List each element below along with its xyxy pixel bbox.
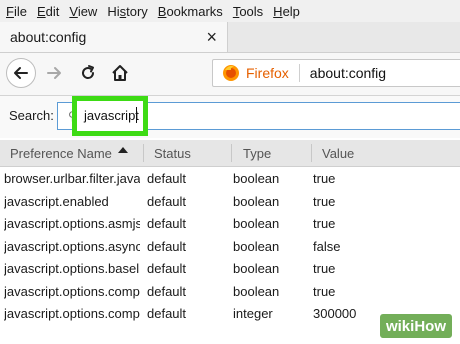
watermark-wiki: wiki bbox=[385, 317, 415, 335]
tab-strip: about:config × bbox=[0, 22, 460, 53]
column-header-type[interactable]: Type bbox=[243, 146, 271, 161]
wikihow-watermark: wiki How bbox=[379, 314, 452, 338]
menu-bookmarks[interactable]: Bookmarks bbox=[158, 4, 223, 19]
search-input-value: javascript bbox=[84, 108, 139, 123]
pref-status: default bbox=[147, 193, 187, 209]
pref-status: default bbox=[147, 261, 187, 276]
pref-type: boolean bbox=[233, 238, 280, 254]
pref-type: boolean bbox=[233, 216, 280, 231]
pref-value: true bbox=[313, 283, 336, 299]
table-row[interactable]: javascript.options.compa... default bool… bbox=[0, 280, 460, 303]
navigation-bar: Firefox about:config bbox=[0, 53, 460, 96]
pref-type: boolean bbox=[233, 261, 280, 276]
pref-type: boolean bbox=[233, 283, 280, 299]
menu-view[interactable]: View bbox=[69, 4, 97, 19]
menu-history[interactable]: History bbox=[107, 4, 147, 19]
table-header: Preference Name Status Type Value bbox=[0, 140, 460, 167]
pref-value: true bbox=[313, 261, 336, 276]
pref-status: default bbox=[147, 238, 187, 254]
pref-value: true bbox=[313, 216, 336, 231]
table-row[interactable]: javascript.options.baseli... default boo… bbox=[0, 257, 460, 280]
column-divider[interactable] bbox=[231, 144, 232, 162]
home-button[interactable] bbox=[108, 58, 132, 88]
menu-tools[interactable]: Tools bbox=[233, 4, 263, 19]
back-button[interactable] bbox=[6, 58, 36, 88]
search-label: Search: bbox=[9, 108, 54, 123]
url-text: about:config bbox=[309, 65, 387, 81]
watermark-how: How bbox=[414, 317, 446, 335]
menu-help[interactable]: Help bbox=[273, 4, 300, 19]
pref-name: browser.urlbar.filter.java... bbox=[4, 171, 140, 186]
pref-status: default bbox=[147, 306, 187, 321]
preferences-table: Preference Name Status Type Value browse… bbox=[0, 140, 460, 325]
table-row[interactable]: browser.urlbar.filter.java... default bo… bbox=[0, 167, 460, 190]
pref-name: javascript.options.compa... bbox=[4, 283, 140, 299]
pref-name: javascript.options.asyncs... bbox=[4, 238, 140, 254]
url-divider bbox=[298, 64, 300, 82]
column-header-value[interactable]: Value bbox=[322, 146, 354, 161]
table-row[interactable]: javascript.options.asmjs default boolean… bbox=[0, 212, 460, 235]
column-divider[interactable] bbox=[143, 144, 144, 162]
pref-name: javascript.options.baseli... bbox=[4, 261, 140, 276]
menu-edit[interactable]: Edit bbox=[37, 4, 59, 19]
pref-type: boolean bbox=[233, 171, 280, 186]
column-divider[interactable] bbox=[311, 144, 312, 162]
text-caret bbox=[136, 107, 137, 123]
forward-button[interactable] bbox=[42, 58, 66, 88]
column-header-status[interactable]: Status bbox=[154, 146, 191, 161]
pref-value: 300000 bbox=[313, 306, 357, 321]
column-header-name[interactable]: Preference Name bbox=[10, 146, 112, 161]
search-row: Search: ⚲ bbox=[0, 96, 460, 138]
table-row[interactable]: javascript.enabled default boolean true bbox=[0, 190, 460, 213]
home-icon bbox=[112, 65, 128, 81]
pref-value: false bbox=[313, 238, 341, 254]
menu-bar: File Edit View History Bookmarks Tools H… bbox=[0, 0, 460, 22]
pref-type: integer bbox=[233, 306, 273, 321]
sort-ascending-icon bbox=[118, 147, 128, 153]
firefox-brand-label: Firefox bbox=[246, 65, 289, 81]
reload-icon bbox=[82, 65, 95, 79]
pref-status: default bbox=[147, 216, 187, 231]
menu-file[interactable]: File bbox=[6, 4, 27, 19]
pref-name: javascript.options.asmjs bbox=[4, 216, 140, 231]
arrow-left-icon bbox=[14, 67, 28, 79]
close-tab-icon[interactable]: × bbox=[206, 27, 217, 48]
pref-type: boolean bbox=[233, 193, 280, 209]
reload-button[interactable] bbox=[76, 58, 100, 88]
pref-name: javascript.options.compa... bbox=[4, 306, 140, 321]
url-bar[interactable]: Firefox about:config bbox=[212, 59, 460, 87]
tab-about-config[interactable]: about:config × bbox=[0, 22, 228, 52]
pref-value: true bbox=[313, 193, 336, 209]
pref-value: true bbox=[313, 171, 336, 186]
pref-name: javascript.enabled bbox=[4, 193, 109, 209]
table-row[interactable]: javascript.options.asyncs... default boo… bbox=[0, 235, 460, 258]
arrow-right-icon bbox=[47, 67, 61, 79]
tab-title: about:config bbox=[10, 29, 87, 45]
firefox-logo-icon bbox=[223, 65, 239, 81]
pref-status: default bbox=[147, 171, 187, 186]
pref-status: default bbox=[147, 283, 187, 299]
